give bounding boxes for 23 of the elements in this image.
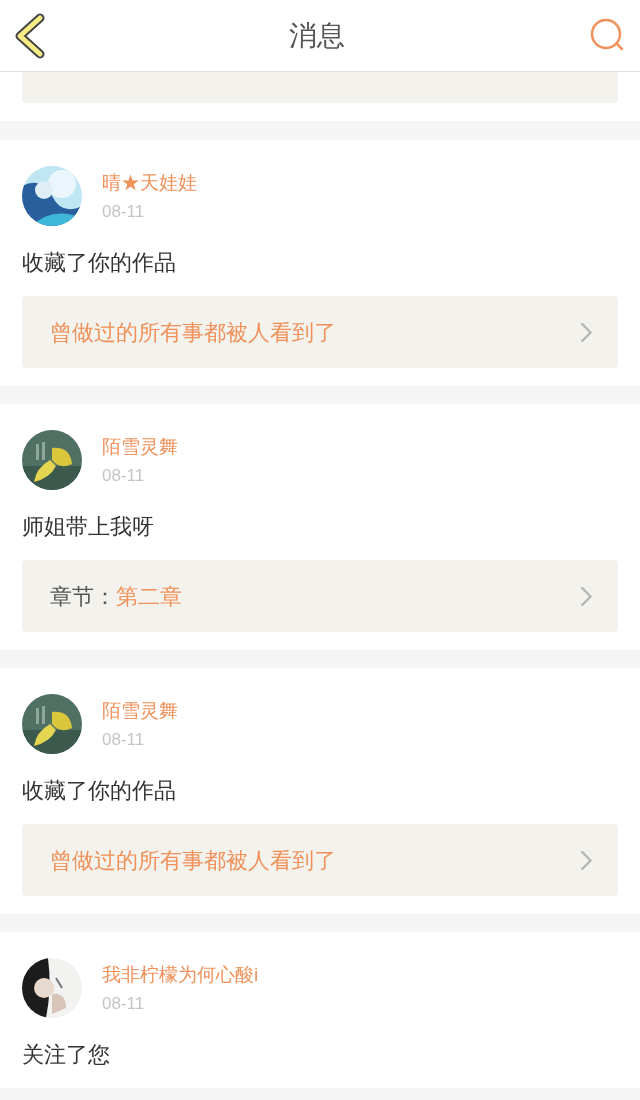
work-title: 曾做过的所有事都被人看到了 (50, 846, 336, 875)
chevron-icon (581, 850, 592, 870)
work-title: 曾做过的所有事都被人看到了 (50, 318, 336, 347)
page-title: 消息 (289, 18, 345, 53)
work-link[interactable]: 曾做过的所有事都被人看到了 (22, 296, 618, 368)
work-link[interactable]: 曾做过的所有事都被人看到了 (22, 824, 618, 896)
chapter-label: 章节： (50, 582, 116, 611)
user-name[interactable]: 晴★天娃娃 (102, 170, 197, 196)
chevron-icon (581, 322, 592, 342)
message-text: 关注了您 (22, 1041, 111, 1069)
message-text: 收藏了你的作品 (22, 777, 177, 805)
message-text: 师姐带上我呀 (22, 513, 155, 541)
chapter-link[interactable]: 章节：第二章 (22, 560, 618, 632)
user-name[interactable]: 我非柠檬为何心酸i (102, 962, 259, 988)
message-date: 08-11 (102, 465, 146, 487)
chapter-title: 第二章 (116, 582, 182, 611)
message-date: 08-11 (102, 729, 146, 751)
chevron-icon (581, 586, 592, 606)
message-text: 收藏了你的作品 (22, 249, 177, 277)
user-name[interactable]: 陌雪灵舞 (102, 698, 178, 724)
user-name[interactable]: 陌雪灵舞 (102, 434, 178, 460)
message-date: 08-11 (102, 993, 146, 1015)
message-date: 08-11 (102, 201, 146, 223)
